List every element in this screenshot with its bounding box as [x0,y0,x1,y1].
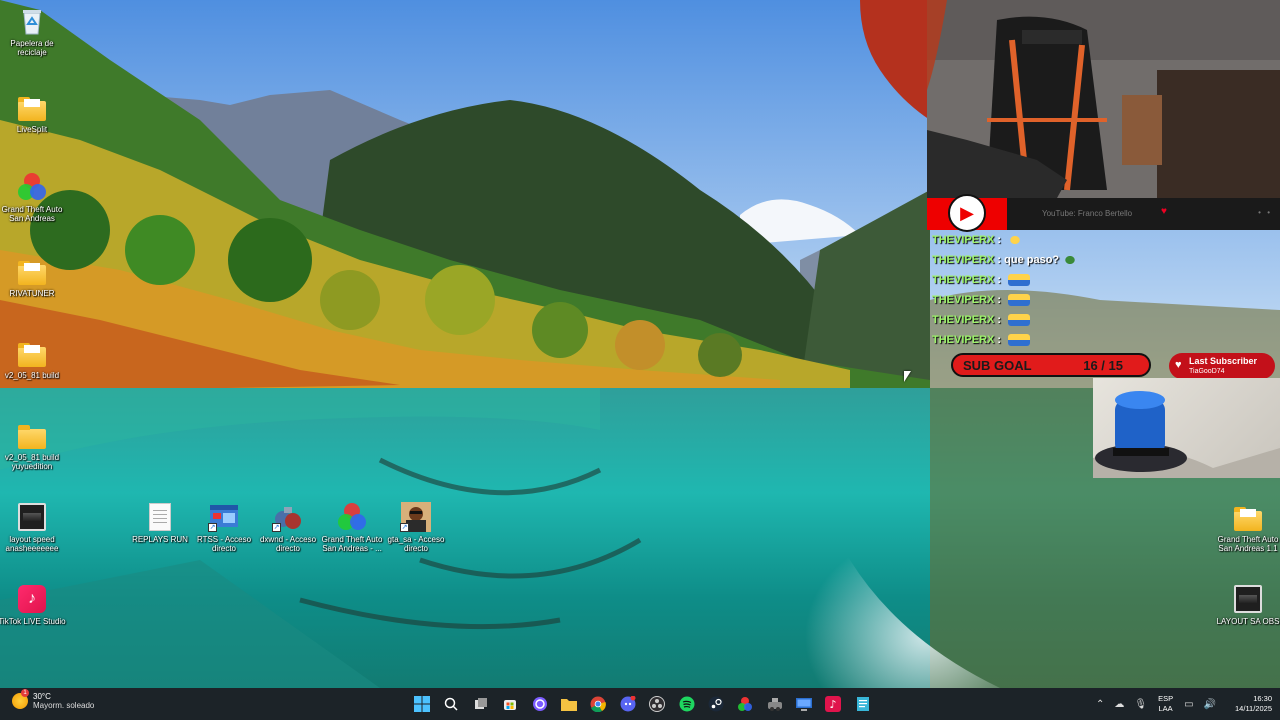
chrome-icon[interactable] [586,692,610,716]
cloud-icon[interactable]: ☁ [1114,699,1124,710]
emote-face-icon [1008,234,1023,246]
chevron-up-icon[interactable]: ⌃ [1096,699,1104,710]
desktop-icon-recycle-bin[interactable]: Papelera de reciclaje [0,6,68,57]
chat-message: THEVIPERX : [932,290,1272,310]
emote-car-icon [1008,274,1031,286]
desktop-icon-tiktok-live[interactable]: ♪ TikTok LIVE Studio [0,584,68,626]
desktop-icon-rtss[interactable]: ↗ RTSS - Acceso directo [188,502,260,553]
tiktok-icon[interactable]: ♪ [821,692,845,716]
stream-chat: THEVIPERX : THEVIPERX : que paso? THEVIP… [932,230,1272,350]
discord-icon[interactable] [616,692,640,716]
svg-text:♪: ♪ [830,698,837,711]
task-view-icon[interactable] [469,692,493,716]
desktop-icon-layout-sa-obs[interactable]: LAYOUT SA OBS [1212,584,1280,626]
spotify-icon[interactable] [675,692,699,716]
emote-car-icon [1008,334,1031,346]
chat-message: THEVIPERX : [932,270,1272,290]
language-indicator[interactable]: ESP LAA [1158,694,1173,714]
steam-icon[interactable] [704,692,728,716]
subscriber-gif [1093,378,1280,478]
emote-green-icon [1063,254,1078,266]
obs-icon[interactable] [528,692,552,716]
desktop-icon-gta-sa-exe[interactable]: ↗ gta_sa - Acceso directo [380,502,452,553]
window-icon [1232,584,1264,614]
desktop-icon-build[interactable]: v2_05_81 build [0,338,68,380]
folder-icon [16,420,48,450]
rtss-icon[interactable] [763,692,787,716]
desktop-icon-layout-speed[interactable]: layout speed anasheeeeeee [0,502,68,553]
folder-icon [16,338,48,368]
desktop-icon-rivatuner[interactable]: RIVATUNER [0,256,68,298]
desktop-icon-dxwnd[interactable]: ↗ dxwnd - Acceso directo [252,502,324,553]
emote-car-icon [1008,294,1031,306]
desktop-icon-livesplit[interactable]: LiveSplit [0,92,68,134]
rgb-app-icon [16,172,48,202]
chat-message: THEVIPERX : [932,310,1272,330]
folder-icon [1232,502,1264,532]
desktop-icon-gta-sa[interactable]: Grand Theft Auto San Andreas [0,172,68,223]
webcam-feed [927,0,1280,198]
search-icon[interactable] [439,692,463,716]
youtube-play-icon: ▶ [948,194,986,232]
chat-message: THEVIPERX : [932,230,1272,250]
youtube-channel-text: YouTube: Franco Bertello [1042,209,1133,218]
last-subscriber-badge: ♥ Last Subscriber TiaGooD74 [1169,353,1275,379]
remote-desktop-icon[interactable] [792,692,816,716]
system-tray: ⌃ ☁ 🎙 ESP LAA ▭ 🔊 16:30 14/11/2025 [1091,688,1280,720]
folder-icon [16,92,48,122]
dots-icon: • • [1258,208,1272,217]
microphone-icon[interactable]: 🎙 [1134,699,1147,710]
youtube-banner: ▶ YouTube: Franco Bertello ♥ • • [927,194,1280,232]
desktop-icon-build-yuyuedition[interactable]: v2_05_81 build yuyuedition [0,420,68,471]
heart-icon: ♥ [1161,206,1167,217]
text-file-icon [144,502,176,532]
notepad-icon[interactable] [851,692,875,716]
sun-icon: 1 [12,689,29,709]
desktop-icon-gta-sa-folder[interactable]: Grand Theft Auto San Andreas 1.1 [1212,502,1280,553]
windows-start-icon[interactable] [410,692,434,716]
emote-car-icon [1008,314,1031,326]
network-icon[interactable]: ▭ [1184,699,1193,710]
sub-goal-bar: SUB GOAL 16 / 15 [951,353,1151,377]
rgb-app-icon [336,502,368,532]
dxwnd-icon: ↗ [272,502,304,532]
clock[interactable]: 16:30 14/11/2025 [1235,694,1272,714]
taskbar: 1 30°C Mayorm. soleado ♪ ⌃ ☁ 🎙 ESP LAA ▭… [0,688,1280,720]
rtss-icon: ↗ [208,502,240,532]
desktop-icon-gta-sa-shortcut[interactable]: Grand Theft Auto San Andreas - ... [316,502,388,553]
mouse-cursor-icon [904,371,911,382]
weather-widget[interactable]: 1 30°C Mayorm. soleado [12,689,94,710]
recycle-bin-icon [16,6,48,36]
rgb-app-icon[interactable] [733,692,757,716]
obs-studio-icon[interactable] [645,692,669,716]
chat-message: THEVIPERX : que paso? [932,250,1272,270]
folder-icon [16,256,48,286]
desktop-icon-replays-run[interactable]: REPLAYS RUN [124,502,196,544]
file-explorer-icon[interactable] [557,692,581,716]
chat-message: THEVIPERX : [932,330,1272,350]
window-icon [16,502,48,532]
tiktok-icon: ♪ [16,584,48,614]
store-icon[interactable] [498,692,522,716]
taskbar-apps: ♪ [410,692,880,716]
volume-icon[interactable]: 🔊 [1204,699,1216,710]
heart-icon: ♥ [1175,359,1182,371]
gta-icon: ↗ [400,502,432,532]
